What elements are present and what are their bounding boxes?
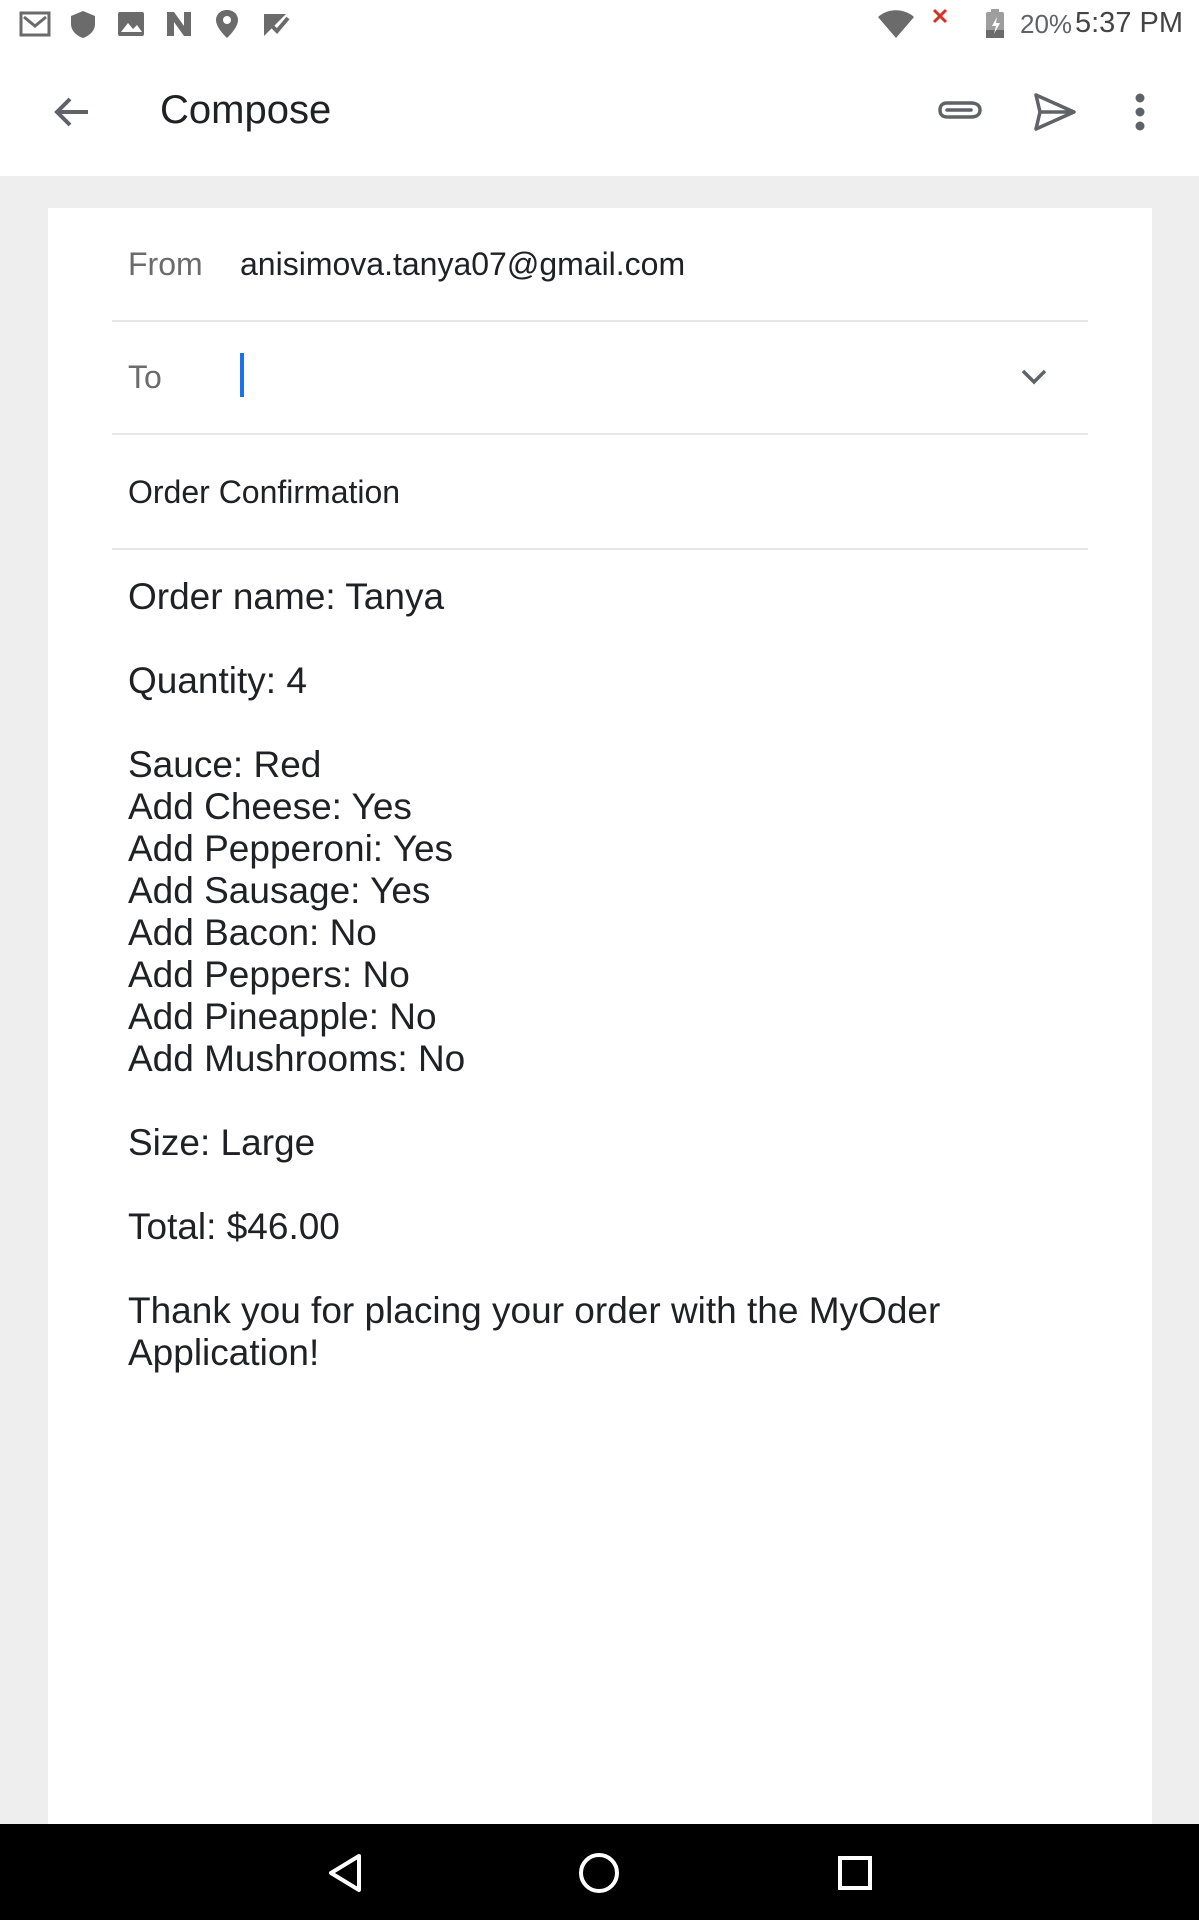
from-row[interactable]: From anisimova.tanya07@gmail.com [112, 208, 1088, 322]
nav-recents-button[interactable] [826, 1844, 884, 1902]
subject-field[interactable]: Order Confirmation [128, 474, 400, 511]
status-bar: 20% 5:37 PM [0, 0, 1199, 48]
triangle-back-icon [329, 1854, 361, 1892]
circle-home-icon [579, 1853, 619, 1893]
more-vert-icon [1135, 93, 1145, 131]
system-nav-bar [0, 1824, 1199, 1920]
back-button[interactable] [32, 72, 112, 152]
chevron-down-icon[interactable] [1018, 363, 1050, 391]
gmail-icon [19, 11, 51, 37]
square-recents-icon [838, 1856, 872, 1890]
clock: 5:37 PM [1075, 7, 1183, 39]
more-options-button[interactable] [1100, 72, 1180, 152]
to-row: To [112, 321, 1088, 435]
text-cursor [240, 353, 244, 397]
nav-back-button[interactable] [316, 1844, 374, 1902]
send-button[interactable] [1015, 72, 1095, 152]
send-icon [1034, 93, 1076, 131]
app-toolbar: Compose [0, 48, 1199, 176]
battery-percent: 20% [1020, 9, 1073, 39]
check-flag-icon [264, 14, 290, 36]
wifi-icon [878, 10, 914, 38]
nav-home-button[interactable] [570, 1844, 628, 1902]
no-signal-icon [932, 8, 948, 24]
compose-card: From anisimova.tanya07@gmail.com To Orde… [48, 208, 1152, 1824]
arrow-back-icon [54, 97, 88, 127]
battery-icon [986, 9, 1004, 38]
paperclip-icon [938, 101, 982, 119]
message-body[interactable]: Order name: Tanya Quantity: 4 Sauce: Red… [128, 576, 940, 1374]
from-label: From [128, 246, 203, 282]
image-icon [118, 12, 144, 36]
attach-button[interactable] [920, 72, 1000, 152]
n-app-icon [167, 12, 191, 36]
location-icon [216, 10, 238, 38]
shield-icon [71, 11, 95, 38]
page-title: Compose [160, 88, 332, 132]
subject-row[interactable]: Order Confirmation [112, 434, 1088, 550]
to-label: To [128, 359, 162, 395]
from-value: anisimova.tanya07@gmail.com [240, 246, 686, 282]
